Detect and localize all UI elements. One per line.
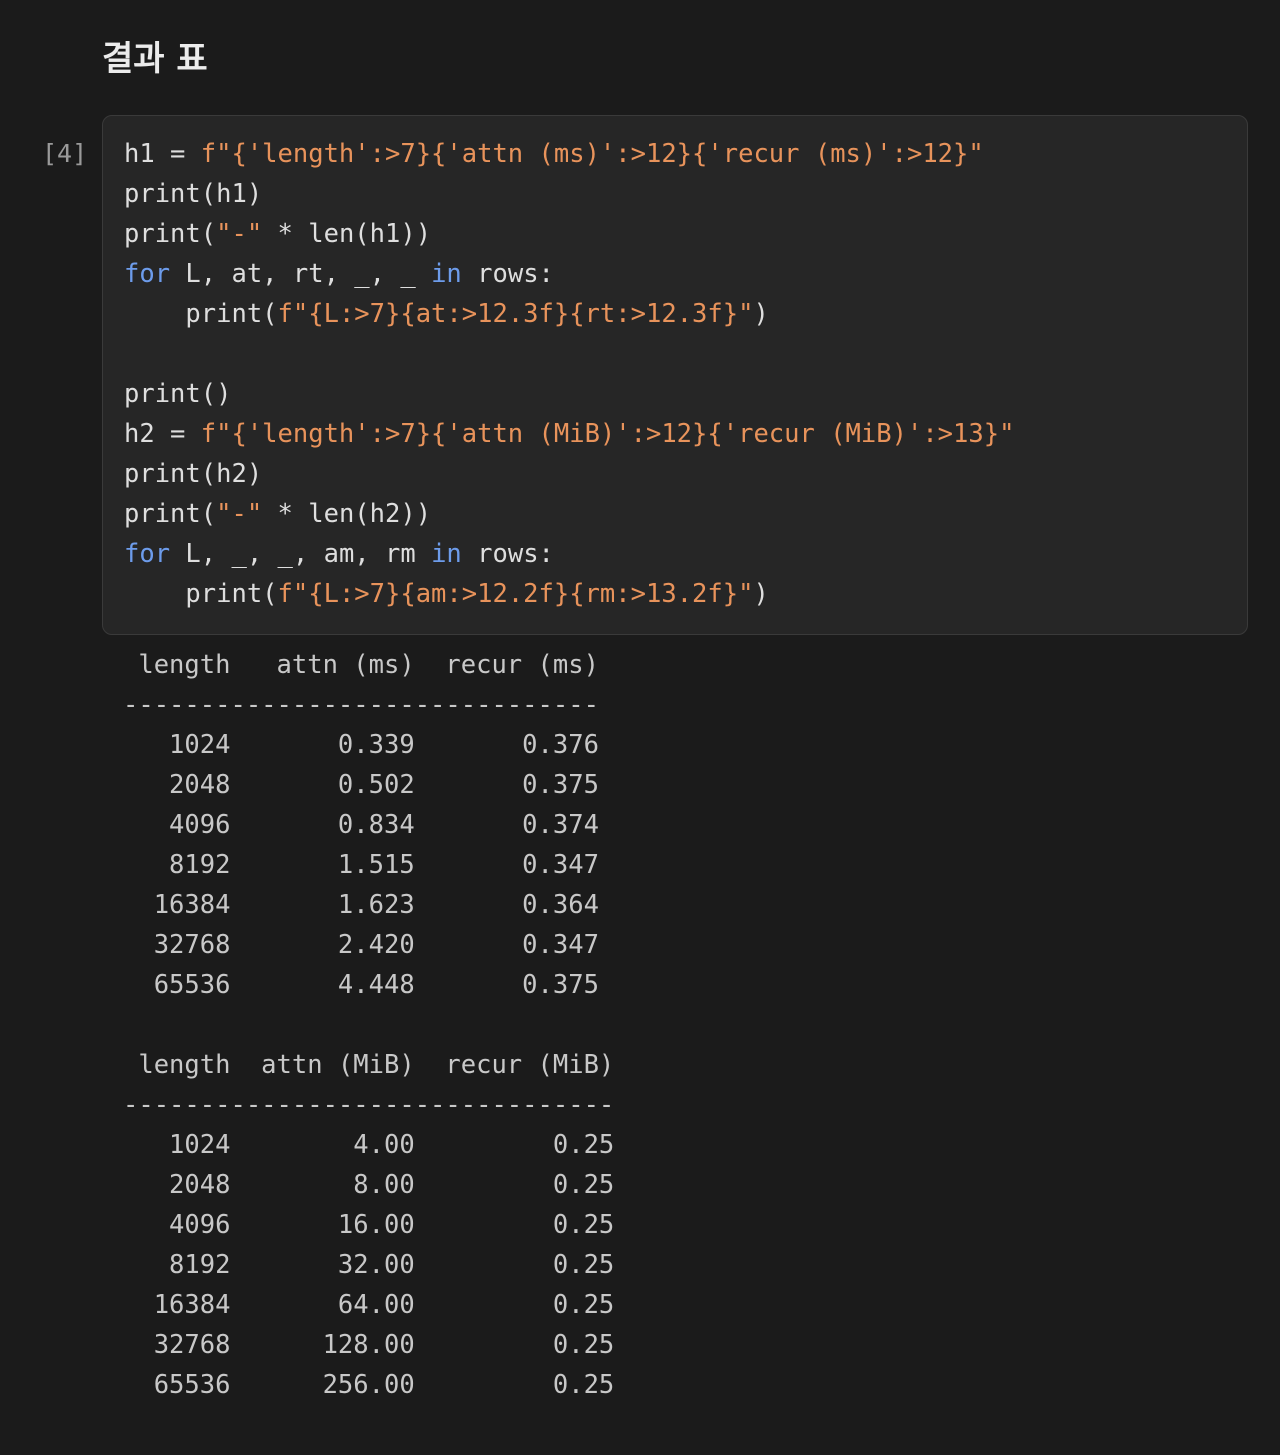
code-string: f"{L:>7}{at:>12.3f}{rt:>12.3f}" [277, 299, 754, 329]
output-line: 2048 0.502 0.375 [123, 770, 599, 800]
code-token: h2 = [124, 419, 201, 449]
output-line: 16384 1.623 0.364 [123, 890, 599, 920]
code-string: f"{L:>7}{am:>12.2f}{rm:>13.2f}" [277, 579, 754, 609]
output-line: 8192 32.00 0.25 [123, 1250, 615, 1280]
output-line: 1024 0.339 0.376 [123, 730, 599, 760]
code-line: print("-" * len(h1)) [124, 214, 1014, 254]
code-token: ) [753, 299, 769, 329]
code-token: print( [124, 579, 278, 609]
code-cell[interactable]: h1 = f"{'length':>7}{'attn (ms)':>12}{'r… [102, 115, 1248, 635]
code-token: h1 = [124, 139, 201, 169]
cell-output: length attn (ms) recur (ms) -------------… [123, 645, 614, 1405]
code-line: print() [124, 374, 1014, 414]
code-token: * len(h1)) [262, 219, 432, 249]
code-token: print( [124, 499, 217, 529]
code-token: L, at, rt, _, _ [170, 259, 432, 289]
code-token: rows: [461, 539, 554, 569]
code-string: "-" [216, 499, 263, 529]
output-line: ------------------------------- [123, 690, 599, 720]
code-line: print(f"{L:>7}{at:>12.3f}{rt:>12.3f}") [124, 294, 1014, 334]
code-token: print( [124, 299, 278, 329]
code-string: "-" [216, 219, 263, 249]
section-title: 결과 표 [102, 39, 208, 79]
output-line: 4096 0.834 0.374 [123, 810, 599, 840]
code-string: f"{'length':>7}{'attn (MiB)':>12}{'recur… [200, 419, 1015, 449]
output-line: 8192 1.515 0.347 [123, 850, 599, 880]
output-line: -------------------------------- [123, 1090, 615, 1120]
output-line: length attn (ms) recur (ms) [123, 650, 599, 680]
code-line: print(h1) [124, 174, 1014, 214]
code-token: ) [753, 579, 769, 609]
code-token: * len(h2)) [262, 499, 432, 529]
code-keyword: for [124, 539, 171, 569]
code-line: print("-" * len(h2)) [124, 494, 1014, 534]
code-string: f"{'length':>7}{'attn (ms)':>12}{'recur … [200, 139, 984, 169]
code-line: h1 = f"{'length':>7}{'attn (ms)':>12}{'r… [124, 134, 1014, 174]
output-line: 1024 4.00 0.25 [123, 1130, 615, 1160]
output-line: 32768 128.00 0.25 [123, 1330, 615, 1360]
output-line: 16384 64.00 0.25 [123, 1290, 615, 1320]
output-line: 32768 2.420 0.347 [123, 930, 599, 960]
code-token: print(h1) [124, 179, 263, 209]
code-line: print(f"{L:>7}{am:>12.2f}{rm:>13.2f}") [124, 574, 1014, 614]
code-keyword: in [431, 539, 462, 569]
output-line: 2048 8.00 0.25 [123, 1170, 615, 1200]
code-keyword: for [124, 259, 171, 289]
code-line: h2 = f"{'length':>7}{'attn (MiB)':>12}{'… [124, 414, 1014, 454]
output-line: 4096 16.00 0.25 [123, 1210, 615, 1240]
code-token: L, _, _, am, rm [170, 539, 432, 569]
output-line: 65536 4.448 0.375 [123, 970, 599, 1000]
code-token: rows: [461, 259, 554, 289]
code-keyword: in [431, 259, 462, 289]
code-line: print(h2) [124, 454, 1014, 494]
output-line: 65536 256.00 0.25 [123, 1370, 615, 1400]
code-line: for L, at, rt, _, _ in rows: [124, 254, 1014, 294]
code-token: print(h2) [124, 459, 263, 489]
code-token: print() [124, 379, 232, 409]
code-token: print( [124, 219, 217, 249]
output-line: length attn (MiB) recur (MiB) [123, 1050, 615, 1080]
code-editor[interactable]: h1 = f"{'length':>7}{'attn (ms)':>12}{'r… [124, 134, 1014, 614]
code-line: for L, _, _, am, rm in rows: [124, 534, 1014, 574]
execution-count: [4] [42, 139, 88, 168]
